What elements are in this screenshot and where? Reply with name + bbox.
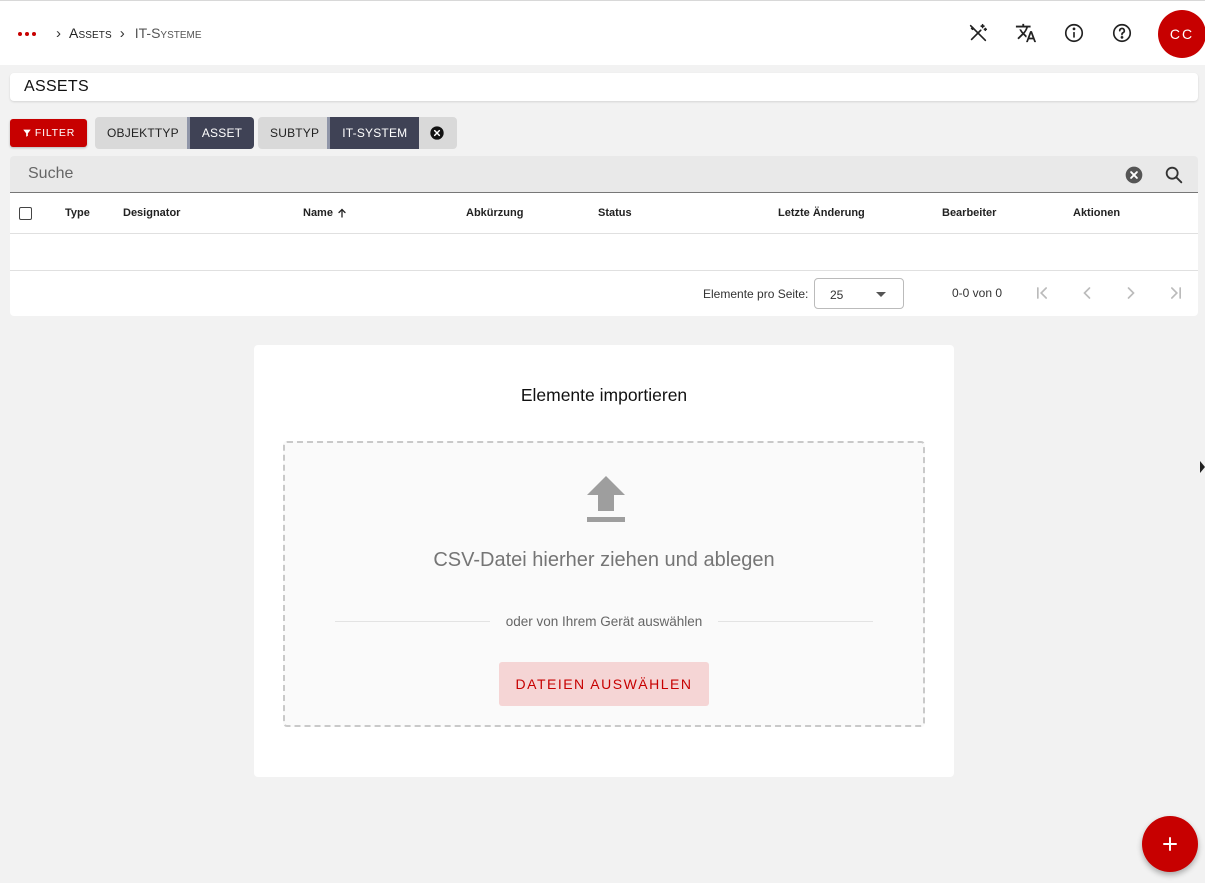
last-page-icon[interactable] xyxy=(1166,283,1186,303)
chevron-right-icon: › xyxy=(56,24,61,42)
sidebar-expand-handle-icon[interactable] xyxy=(1200,461,1205,473)
filter-button[interactable]: FILTER xyxy=(10,119,87,147)
column-header-name[interactable]: Name xyxy=(303,207,348,219)
paginator: Elemente pro Seite: 25 0-0 von 0 xyxy=(10,271,1198,316)
column-header-designator[interactable]: Designator xyxy=(123,207,180,219)
previous-page-icon[interactable] xyxy=(1077,283,1097,303)
add-button[interactable] xyxy=(1142,816,1198,872)
column-header-abkuerzung[interactable]: Abkürzung xyxy=(466,207,523,219)
top-bar: › Assets › IT-Systeme CC xyxy=(0,0,1205,65)
breadcrumb: › Assets › IT-Systeme xyxy=(54,23,202,43)
column-header-letzte-aenderung[interactable]: Letzte Änderung xyxy=(778,207,865,219)
drop-instruction: CSV-Datei hierher ziehen und ablegen xyxy=(433,549,775,571)
first-page-icon[interactable] xyxy=(1032,283,1052,303)
help-icon[interactable] xyxy=(1110,21,1134,45)
select-all-checkbox[interactable] xyxy=(19,207,32,220)
or-divider: oder von Ihrem Gerät auswählen xyxy=(335,611,874,631)
filter-chip-value: ASSET xyxy=(186,117,255,149)
breadcrumb-item-it-systeme: IT-Systeme xyxy=(134,25,202,41)
filter-chip-key: OBJEKTTYP xyxy=(107,126,179,140)
assets-table: Type Designator Name Abkürzung Status Le… xyxy=(10,193,1198,316)
chevron-right-icon: › xyxy=(119,24,125,42)
import-card: Elemente importieren CSV-Datei hierher z… xyxy=(254,345,954,777)
import-title: Elemente importieren xyxy=(520,385,688,405)
breadcrumb-item-assets[interactable]: Assets xyxy=(69,25,112,41)
column-header-bearbeiter[interactable]: Bearbeiter xyxy=(942,207,996,219)
filter-chip-subtyp[interactable]: SUBTYP IT-SYSTEM xyxy=(258,117,458,149)
table-header: Type Designator Name Abkürzung Status Le… xyxy=(10,193,1198,234)
column-header-status[interactable]: Status xyxy=(598,207,632,219)
magic-wand-off-icon[interactable] xyxy=(966,21,990,45)
page-range-label: 0-0 von 0 xyxy=(952,286,1003,300)
clear-filters-icon[interactable] xyxy=(419,117,457,149)
items-per-page-value: 25 xyxy=(830,288,844,302)
csv-dropzone[interactable]: CSV-Datei hierher ziehen und ablegen ode… xyxy=(283,441,925,727)
more-menu-icon[interactable] xyxy=(18,32,36,36)
column-header-type[interactable]: Type xyxy=(65,207,90,219)
filter-button-label: FILTER xyxy=(34,127,76,139)
upload-icon xyxy=(585,473,627,523)
plus-icon xyxy=(1163,837,1177,851)
dropdown-arrow-icon xyxy=(876,292,886,297)
items-per-page-select[interactable]: 25 xyxy=(814,278,904,309)
next-page-icon[interactable] xyxy=(1121,283,1141,303)
column-header-aktionen: Aktionen xyxy=(1073,207,1121,219)
page-title-card: ASSETS xyxy=(10,73,1198,101)
info-icon[interactable] xyxy=(1062,21,1086,45)
search-field xyxy=(10,156,1198,193)
search-input[interactable] xyxy=(10,156,1110,192)
filter-icon xyxy=(23,129,31,137)
page-title: ASSETS xyxy=(24,78,89,95)
search-icon[interactable] xyxy=(1163,164,1185,186)
avatar[interactable]: CC xyxy=(1158,10,1205,58)
filter-chip-value: IT-SYSTEM xyxy=(327,117,420,149)
filter-chip-objekttyp[interactable]: OBJEKTTYP ASSET xyxy=(95,117,255,149)
sort-arrow-up-icon xyxy=(338,208,346,218)
table-empty-row xyxy=(10,234,1198,271)
translate-icon[interactable] xyxy=(1014,21,1038,45)
select-files-button[interactable]: DATEIEN AUSWÄHLEN xyxy=(499,662,709,706)
clear-search-icon[interactable] xyxy=(1124,165,1144,185)
or-divider-text: oder von Ihrem Gerät auswählen xyxy=(505,613,703,629)
filter-chip-key: SUBTYP xyxy=(270,126,320,140)
items-per-page-label: Elemente pro Seite: xyxy=(703,287,809,301)
